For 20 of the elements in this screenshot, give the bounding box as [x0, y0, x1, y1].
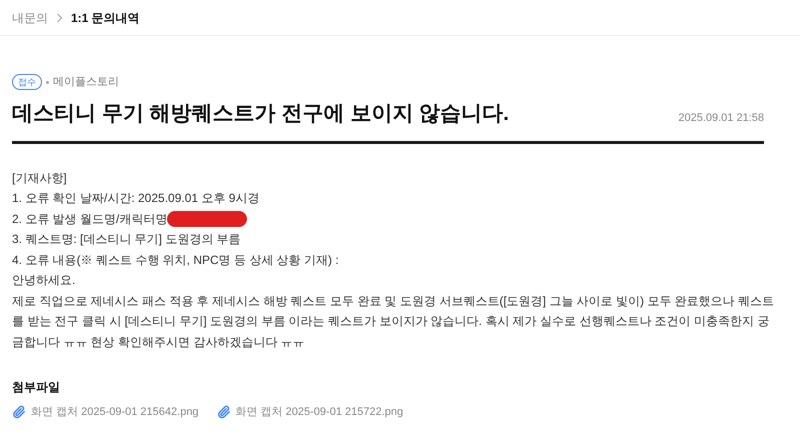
body-line: 안녕하세요. [12, 272, 76, 289]
breadcrumb-current: 1:1 문의내역 [71, 10, 140, 26]
paperclip-icon [12, 405, 26, 420]
body-line: 제로 직업으로 제네시스 패스 적용 후 제네시스 해방 퀘스트 모두 완료 및 도원경 서브퀘스트([도원경] 그늘 사이로 빛이) 모두 완료했으나 퀘스트를 받는 전구 클릭 시 [데스티니 무기] 도원경의 부름 이라는 퀘스트가 보이지가 않습니다. 혹시 제가 실수로 선행퀘스트나 조건이 미충족한지 궁금합니다 ㅠㅠ 현상 확인해주시면 감사하겠습니다 ㅠㅠ [12, 292, 776, 350]
body-line: [기재사항] [12, 170, 68, 186]
body-line: 1. 오류 확인 날짜/시간: 2025.09.01 오후 9시경 [12, 190, 260, 207]
attachment-link[interactable]: 화면 캡처 2025-09-01 215722.png [236, 404, 404, 420]
dot-separator [46, 80, 49, 84]
body-line: 2. 오류 발생 월드명/캐릭터명 [12, 210, 168, 228]
inquiry-title: 데스티니 무기 해방퀘스트가 전구에 보이지 않습니다. [12, 100, 510, 126]
status-badge: 접수 [12, 74, 42, 90]
paperclip-icon [216, 405, 231, 420]
chevron-right-icon [56, 12, 63, 22]
body-line: 3. 퀘스트명: [데스티니 무기] 도원경의 부름 [12, 231, 242, 248]
attachments-heading: 첨부파일 [12, 379, 61, 396]
inquiry-date: 2025.09.01 21:58 [678, 111, 764, 126]
category-label: 메이플스토리 [53, 75, 119, 90]
body-line: 4. 오류 내용(※ 퀘스트 수행 위치, NPC명 등 상세 상황 기재) : [12, 252, 340, 268]
attachment-link[interactable]: 화면 캡처 2025-09-01 215642.png [31, 404, 199, 420]
breadcrumb-link[interactable]: 내문의 [12, 8, 48, 26]
